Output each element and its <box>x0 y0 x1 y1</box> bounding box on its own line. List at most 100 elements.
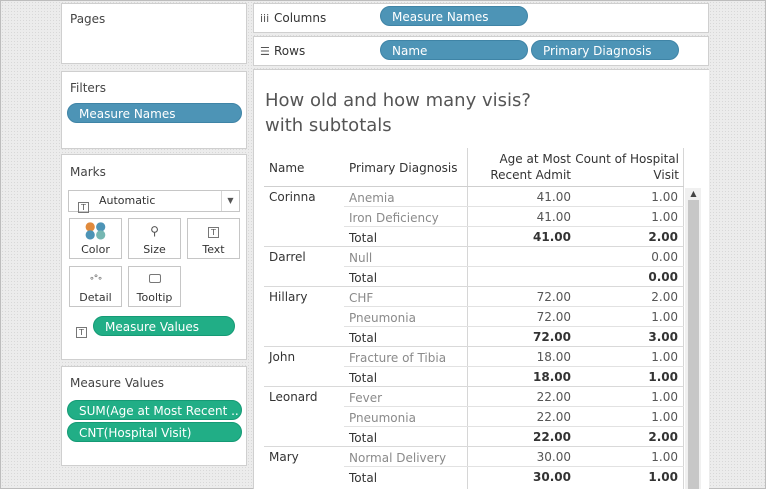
row-age-value[interactable]: 18.00 <box>471 350 571 364</box>
header-age-line1: Age at Most <box>499 152 571 166</box>
marks-tooltip-button[interactable]: Tooltip <box>128 266 181 307</box>
row-count-value[interactable]: 2.00 <box>574 430 678 444</box>
row-diagnosis[interactable]: Fracture of Tibia <box>349 351 446 365</box>
row-name[interactable]: John <box>269 350 295 364</box>
row-divider <box>344 426 684 427</box>
pages-card: Pages <box>61 3 247 64</box>
marks-detail-button[interactable]: ∘°∘ Detail <box>69 266 122 307</box>
row-divider <box>344 266 684 267</box>
columns-pill-measure-names[interactable]: Measure Names <box>380 6 528 26</box>
row-total-label[interactable]: Total <box>349 371 377 385</box>
row-age-value[interactable]: 72.00 <box>471 290 571 304</box>
row-count-value[interactable]: 0.00 <box>574 270 678 284</box>
rows-pill-name[interactable]: Name <box>380 40 528 60</box>
detail-icon: ∘°∘ <box>89 274 103 284</box>
row-name[interactable]: Mary <box>269 450 299 464</box>
row-count-value[interactable]: 1.00 <box>574 450 678 464</box>
scrollbar-thumb[interactable] <box>688 200 699 489</box>
scroll-up-arrow-icon[interactable]: ▲ <box>688 188 699 200</box>
columns-icon: iii <box>260 12 270 25</box>
row-count-value[interactable]: 2.00 <box>574 290 678 304</box>
header-rule <box>264 186 684 187</box>
row-count-value[interactable]: 1.00 <box>574 310 678 324</box>
row-count-value[interactable]: 1.00 <box>574 210 678 224</box>
marks-color-button[interactable]: ●● ●● Color <box>69 218 122 259</box>
row-count-value[interactable]: 0.00 <box>574 250 678 264</box>
row-diagnosis[interactable]: Pneumonia <box>349 411 416 425</box>
mark-type-value: Automatic <box>99 194 156 207</box>
rows-pill-primary-diagnosis[interactable]: Primary Diagnosis <box>531 40 679 60</box>
marks-text-button[interactable]: T Text <box>187 218 240 259</box>
row-diagnosis[interactable]: Normal Delivery <box>349 451 446 465</box>
row-divider <box>344 406 684 407</box>
marks-size-button[interactable]: ⚲ Size <box>128 218 181 259</box>
row-count-value[interactable]: 1.00 <box>574 350 678 364</box>
filter-pill-measure-names[interactable]: Measure Names <box>67 103 242 123</box>
row-diagnosis[interactable]: Null <box>349 251 372 265</box>
row-name[interactable]: Hillary <box>269 290 307 304</box>
row-count-value[interactable]: 2.00 <box>574 230 678 244</box>
color-label: Color <box>81 243 110 256</box>
row-count-value[interactable]: 1.00 <box>574 390 678 404</box>
row-diagnosis[interactable]: Iron Deficiency <box>349 211 439 225</box>
row-count-value[interactable]: 1.00 <box>574 370 678 384</box>
row-age-value[interactable]: 22.00 <box>471 390 571 404</box>
header-divider <box>467 148 468 489</box>
row-count-value[interactable]: 1.00 <box>574 470 678 484</box>
row-total-label[interactable]: Total <box>349 231 377 245</box>
right-divider <box>683 148 684 489</box>
row-diagnosis[interactable]: Anemia <box>349 191 395 205</box>
pages-title: Pages <box>70 12 106 26</box>
row-diagnosis[interactable]: CHF <box>349 291 373 305</box>
row-divider <box>344 306 684 307</box>
view-title-line2: with subtotals <box>265 115 392 136</box>
row-diagnosis[interactable]: Pneumonia <box>349 311 416 325</box>
rows-label-text: Rows <box>274 44 306 58</box>
row-divider <box>344 206 684 207</box>
chevron-down-icon: ▼ <box>221 191 239 211</box>
header-count-line1: Count of Hospital <box>575 152 679 166</box>
tooltip-label: Tooltip <box>136 291 173 304</box>
row-count-value[interactable]: 1.00 <box>574 190 678 204</box>
group-divider <box>264 246 684 247</box>
row-age-value[interactable]: 22.00 <box>471 430 571 444</box>
detail-label: Detail <box>79 291 112 304</box>
row-age-value[interactable]: 41.00 <box>471 190 571 204</box>
tooltip-icon <box>129 272 180 286</box>
header-count-line2: Visit <box>653 168 679 182</box>
row-total-label[interactable]: Total <box>349 471 377 485</box>
header-diagnosis: Primary Diagnosis <box>349 161 458 175</box>
row-divider <box>344 366 684 367</box>
row-age-value[interactable]: 22.00 <box>471 410 571 424</box>
text-encoding-icon: T <box>76 320 87 339</box>
row-divider <box>344 326 684 327</box>
row-name[interactable]: Leonard <box>269 390 318 404</box>
row-count-value[interactable]: 3.00 <box>574 330 678 344</box>
marks-pill-measure-values[interactable]: Measure Values <box>93 316 235 336</box>
row-age-value[interactable]: 30.00 <box>471 450 571 464</box>
row-name[interactable]: Corinna <box>269 190 316 204</box>
row-total-label[interactable]: Total <box>349 431 377 445</box>
row-name[interactable]: Darrel <box>269 250 306 264</box>
columns-label-text: Columns <box>274 11 327 25</box>
row-age-value[interactable]: 41.00 <box>471 230 571 244</box>
row-age-value[interactable]: 72.00 <box>471 330 571 344</box>
row-age-value[interactable]: 72.00 <box>471 310 571 324</box>
view-title-line1: How old and how many visis? <box>265 90 531 111</box>
text-label: Text <box>202 243 225 256</box>
row-age-value[interactable]: 30.00 <box>471 470 571 484</box>
row-divider <box>344 466 684 467</box>
group-divider <box>264 346 684 347</box>
row-age-value[interactable]: 18.00 <box>471 370 571 384</box>
mark-type-dropdown[interactable]: T Automatic ▼ <box>68 190 240 213</box>
row-total-label[interactable]: Total <box>349 271 377 285</box>
measure-pill-age[interactable]: SUM(Age at Most Recent .. <box>67 400 242 420</box>
text-icon: T <box>188 224 239 238</box>
row-diagnosis[interactable]: Fever <box>349 391 382 405</box>
row-total-label[interactable]: Total <box>349 331 377 345</box>
group-divider <box>264 446 684 447</box>
group-divider <box>264 386 684 387</box>
measure-pill-count[interactable]: CNT(Hospital Visit) <box>67 422 242 442</box>
row-count-value[interactable]: 1.00 <box>574 410 678 424</box>
row-age-value[interactable]: 41.00 <box>471 210 571 224</box>
